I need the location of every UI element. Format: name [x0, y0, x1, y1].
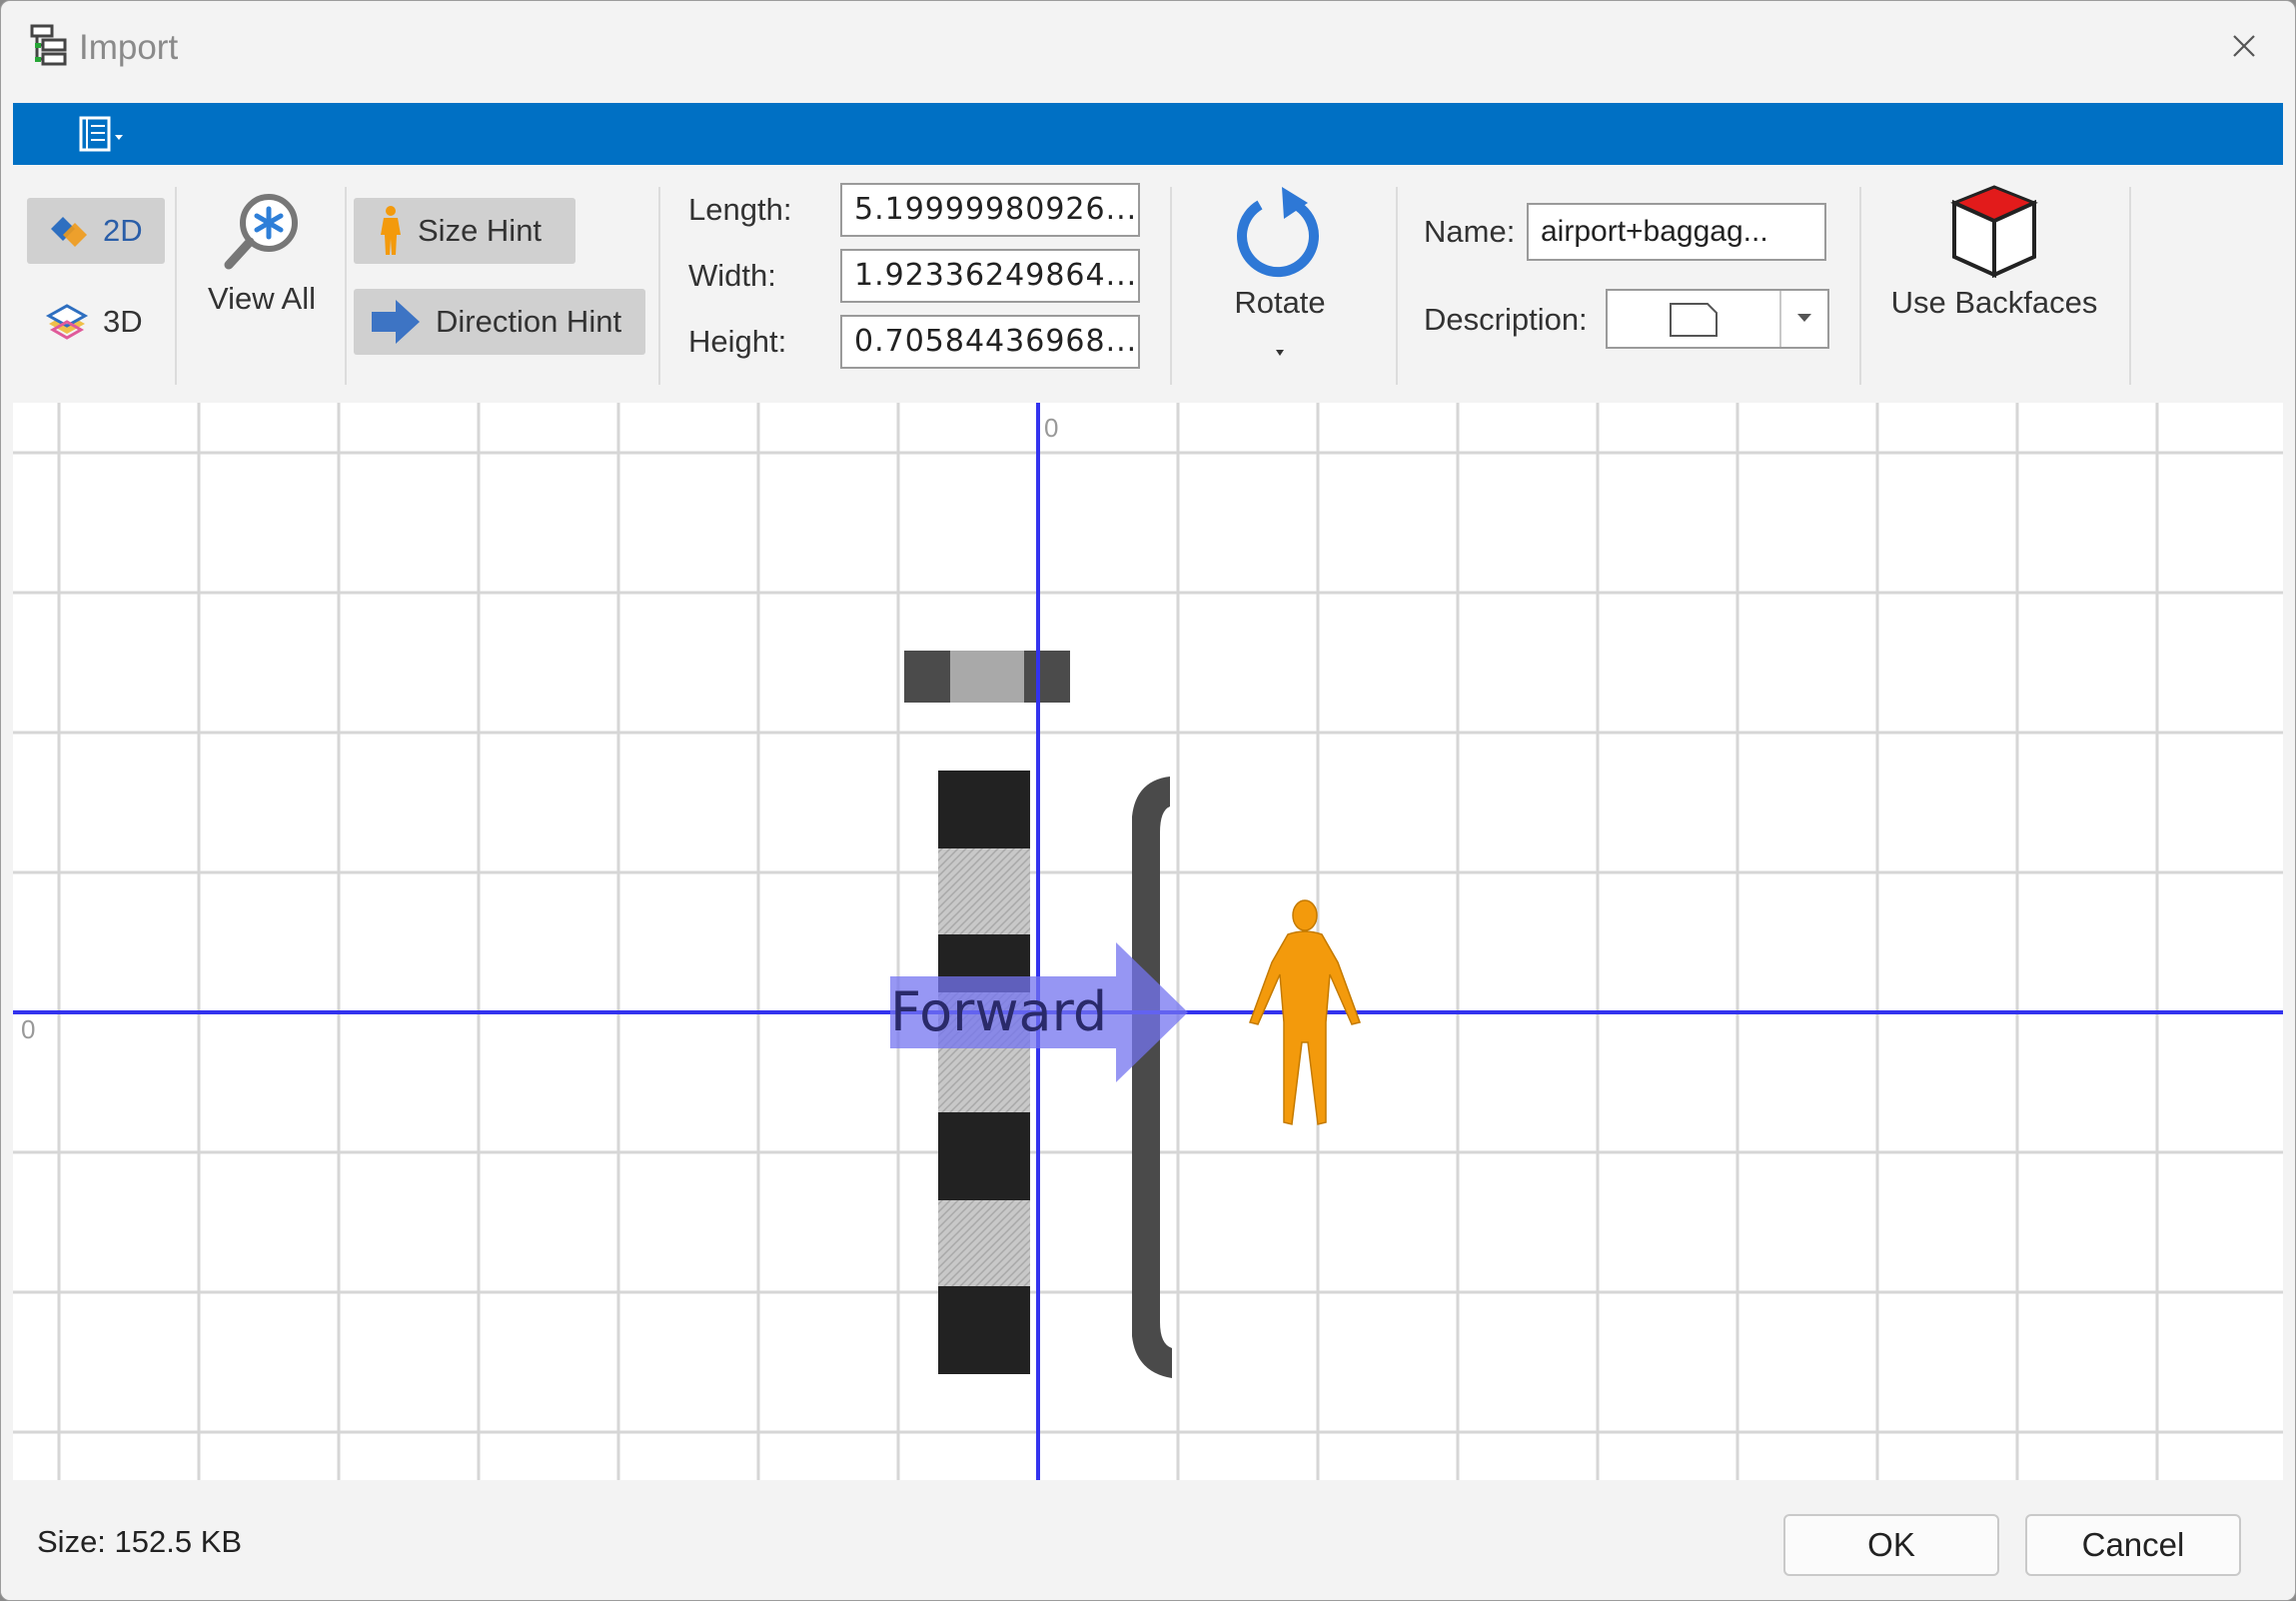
- view-2d-label: 2D: [103, 213, 143, 248]
- model-handrail: [1132, 777, 1172, 1378]
- direction-hint-button[interactable]: Direction Hint: [354, 289, 645, 355]
- use-backfaces-button[interactable]: Use Backfaces: [1879, 181, 2109, 341]
- close-icon[interactable]: [2221, 23, 2267, 69]
- rotate-icon: [1230, 181, 1330, 281]
- person-icon: [378, 205, 404, 257]
- model-striped-bar: [938, 771, 1030, 1374]
- view-3d-label: 3D: [103, 304, 143, 339]
- height-input[interactable]: 0.70584436968...: [840, 315, 1140, 369]
- height-label: Height:: [688, 324, 787, 359]
- direction-arrow-label: Forward: [890, 980, 1107, 1043]
- axis-origin-label-top: 0: [1044, 413, 1058, 443]
- import-tree-icon: [29, 23, 73, 67]
- ribbon-separator: [175, 187, 177, 385]
- size-hint-label: Size Hint: [418, 213, 543, 248]
- window-title: Import: [79, 28, 179, 67]
- width-label: Width:: [688, 258, 776, 293]
- ribbon-separator: [1170, 187, 1172, 385]
- file-size-text: Size: 152.5 KB: [37, 1524, 243, 1559]
- ribbon-separator: [1859, 187, 1861, 385]
- ribbon-menu-icon[interactable]: [65, 115, 135, 153]
- cube-icon: [1944, 181, 2044, 281]
- axis-origin-label-left: 0: [21, 1014, 35, 1044]
- ribbon-separator: [2129, 187, 2131, 385]
- document-icon: [1668, 301, 1720, 344]
- cancel-button[interactable]: Cancel: [2025, 1514, 2241, 1576]
- name-label: Name:: [1424, 214, 1516, 249]
- 3d-layers-icon: [45, 300, 89, 344]
- use-backfaces-label: Use Backfaces: [1890, 285, 2098, 320]
- ribbon-tab-strip: [13, 103, 2283, 165]
- ribbon-separator: [345, 187, 347, 385]
- ribbon-separator: [1396, 187, 1398, 385]
- preview-viewport[interactable]: 0 0 Forward: [13, 403, 2283, 1480]
- description-label: Description:: [1424, 302, 1588, 337]
- length-input[interactable]: 5.19999980926...: [840, 183, 1140, 237]
- ok-button[interactable]: OK: [1783, 1514, 1999, 1576]
- view-all-label: View All: [208, 281, 316, 316]
- rotate-label: Rotate: [1234, 285, 1326, 320]
- magnifier-icon: [217, 187, 307, 277]
- width-input[interactable]: 1.92336249864...: [840, 249, 1140, 303]
- arrow-right-icon: [370, 296, 422, 348]
- 2d-shape-icon: [45, 209, 89, 253]
- chevron-down-icon: [1796, 310, 1812, 328]
- model-top-part: [904, 651, 1070, 703]
- chevron-down-icon: [1274, 329, 1286, 356]
- size-hint-button[interactable]: Size Hint: [354, 198, 575, 264]
- import-dialog: Import 2D 3D View All Size Hint Directio…: [0, 0, 2296, 1601]
- name-input[interactable]: airport+baggag...: [1527, 203, 1826, 261]
- title-bar: Import: [1, 1, 2295, 99]
- view-all-button[interactable]: View All: [189, 187, 335, 347]
- dropdown-toggle[interactable]: [1779, 291, 1827, 347]
- length-label: Length:: [688, 192, 792, 227]
- view-3d-button[interactable]: 3D: [27, 289, 165, 355]
- viewport-grid: 0 0 Forward: [13, 403, 2283, 1480]
- ribbon-separator: [658, 187, 660, 385]
- direction-hint-label: Direction Hint: [436, 304, 622, 339]
- view-2d-button[interactable]: 2D: [27, 198, 165, 264]
- rotate-button[interactable]: Rotate: [1200, 181, 1360, 361]
- description-dropdown[interactable]: [1606, 289, 1829, 349]
